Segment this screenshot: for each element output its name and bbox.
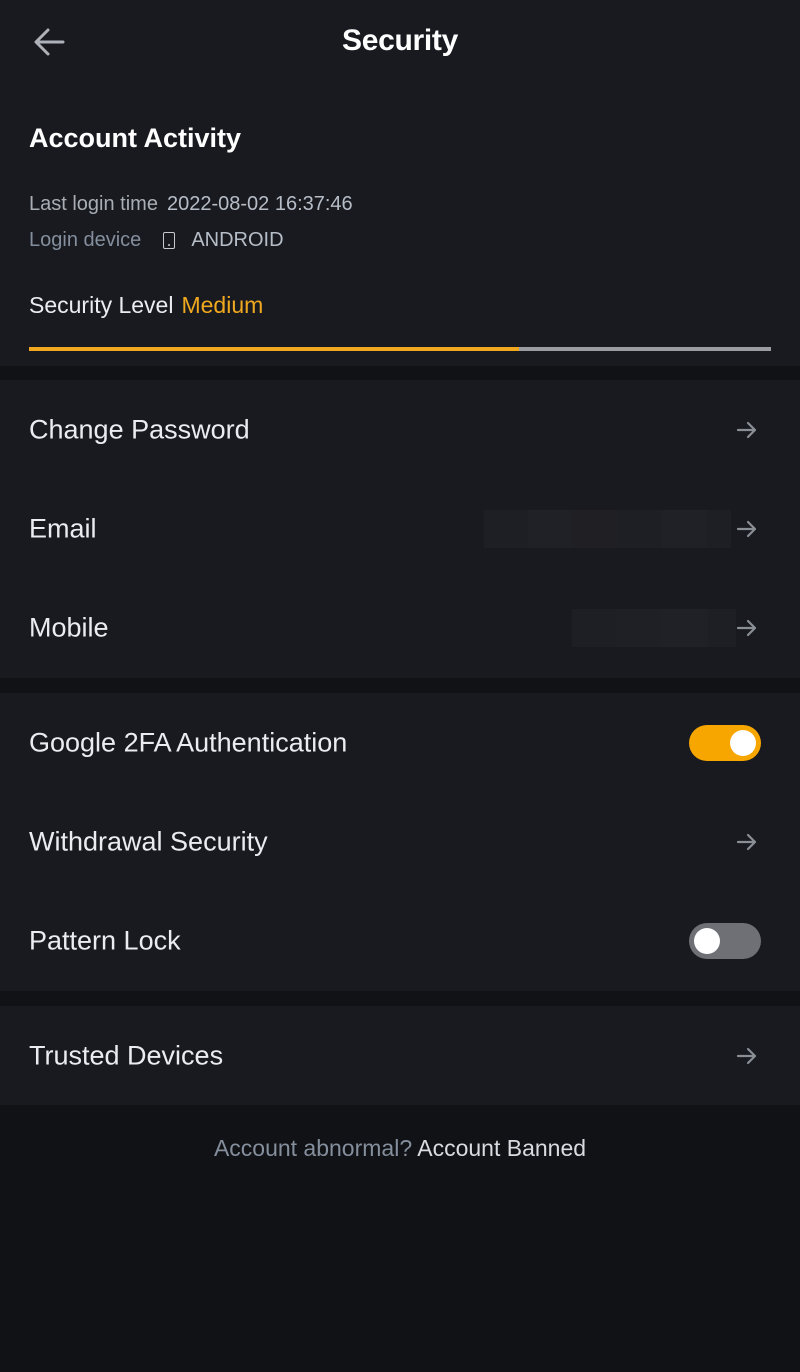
account-activity-title: Account Activity [29, 123, 242, 153]
email-value-masked [484, 510, 731, 548]
withdrawal-security-row[interactable]: Withdrawal Security [0, 792, 800, 892]
top-app-bar: Security [0, 0, 800, 86]
login-device-row: Login device ANDROID [29, 229, 284, 252]
account-abnormal-question: Account abnormal? [213, 1135, 413, 1161]
page-title: Security [342, 24, 458, 57]
security-level-value: Medium [181, 292, 264, 318]
login-device-label: Login device [29, 229, 142, 251]
arrow-right-icon [736, 520, 757, 538]
trusted-devices-label: Trusted Devices [29, 1040, 224, 1070]
change-password-label: Change Password [29, 414, 250, 445]
arrow-right-icon [736, 619, 757, 637]
arrow-right-icon [736, 421, 757, 439]
mobile-device-icon [163, 232, 176, 249]
withdrawal-security-label: Withdrawal Security [29, 826, 268, 857]
account-banned-link[interactable]: Account Banned [417, 1135, 586, 1161]
security-level-bar [29, 347, 771, 351]
arrow-right-icon [736, 1047, 757, 1064]
security-level-row: Security Level Medium [29, 292, 263, 319]
toggle-knob [730, 730, 756, 756]
last-login-label: Last login time [29, 193, 158, 215]
email-row[interactable]: Email [0, 479, 800, 579]
trusted-devices-row[interactable]: Trusted Devices [0, 1006, 800, 1105]
login-device-value: ANDROID [191, 229, 284, 251]
protection-card: Google 2FA Authentication Withdrawal Sec… [0, 693, 800, 991]
google-2fa-label: Google 2FA Authentication [29, 727, 348, 758]
mobile-label: Mobile [29, 612, 109, 643]
pattern-lock-row: Pattern Lock [0, 891, 800, 991]
credentials-card: Change Password Email Mobile [0, 380, 800, 678]
pattern-lock-toggle[interactable] [689, 923, 761, 959]
last-login-value: 2022-08-02 16:37:46 [166, 193, 353, 215]
email-label: Email [29, 513, 97, 544]
arrow-right-icon [736, 833, 757, 851]
account-activity-section: Account Activity Last login time 2022-08… [0, 86, 800, 366]
toggle-knob [694, 928, 720, 954]
last-login-row: Last login time 2022-08-02 16:37:46 [29, 193, 353, 216]
mobile-value-masked [572, 609, 736, 647]
account-abnormal-footer: Account abnormal? Account Banned [0, 1135, 800, 1162]
mobile-row[interactable]: Mobile [0, 578, 800, 678]
google-2fa-row: Google 2FA Authentication [0, 693, 800, 793]
change-password-row[interactable]: Change Password [0, 380, 800, 480]
pattern-lock-label: Pattern Lock [29, 925, 181, 956]
devices-card: Trusted Devices [0, 1006, 800, 1105]
security-level-bar-fill [29, 347, 519, 351]
security-level-label: Security Level [29, 292, 174, 318]
google-2fa-toggle[interactable] [689, 725, 761, 761]
